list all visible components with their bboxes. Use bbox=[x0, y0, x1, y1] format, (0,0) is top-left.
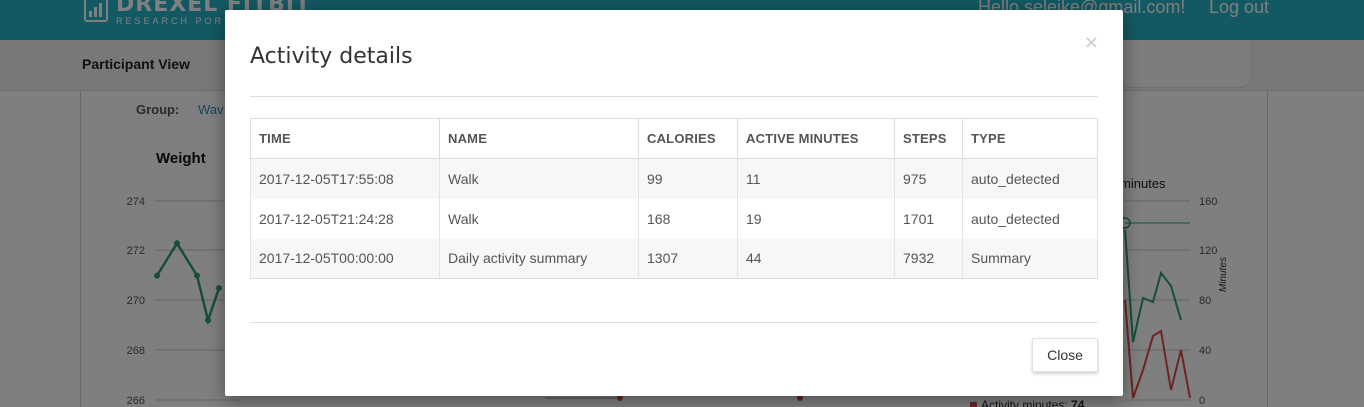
activity-details-modal: × Activity details TIME NAME CALORIES AC… bbox=[225, 10, 1123, 396]
column-header-calories[interactable]: CALORIES bbox=[638, 118, 738, 159]
cell-name: Walk bbox=[439, 198, 639, 239]
cell-time: 2017-12-05T21:24:28 bbox=[250, 198, 440, 239]
cell-active-minutes: 44 bbox=[737, 238, 895, 279]
column-header-name[interactable]: NAME bbox=[439, 118, 639, 159]
cell-time: 2017-12-05T17:55:08 bbox=[250, 158, 440, 199]
cell-calories: 1307 bbox=[638, 238, 738, 279]
table-header-row: TIME NAME CALORIES ACTIVE MINUTES STEPS … bbox=[250, 118, 1098, 159]
cell-type: Summary bbox=[962, 238, 1098, 279]
column-header-time[interactable]: TIME bbox=[250, 118, 440, 159]
cell-calories: 99 bbox=[638, 158, 738, 199]
cell-type: auto_detected bbox=[962, 198, 1098, 239]
column-header-type[interactable]: TYPE bbox=[962, 118, 1098, 159]
cell-type: auto_detected bbox=[962, 158, 1098, 199]
cell-active-minutes: 19 bbox=[737, 198, 895, 239]
table-row: 2017-12-05T21:24:28 Walk 168 19 1701 aut… bbox=[250, 198, 1098, 239]
close-icon[interactable]: × bbox=[1084, 32, 1099, 53]
modal-divider bbox=[250, 96, 1098, 97]
cell-steps: 1701 bbox=[894, 198, 963, 239]
column-header-steps[interactable]: STEPS bbox=[894, 118, 963, 159]
modal-title: Activity details bbox=[250, 44, 413, 69]
modal-footer-divider bbox=[250, 322, 1098, 323]
cell-calories: 168 bbox=[638, 198, 738, 239]
table-row: 2017-12-05T17:55:08 Walk 99 11 975 auto_… bbox=[250, 158, 1098, 199]
cell-time: 2017-12-05T00:00:00 bbox=[250, 238, 440, 279]
column-header-active-minutes[interactable]: ACTIVE MINUTES bbox=[737, 118, 895, 159]
cell-name: Walk bbox=[439, 158, 639, 199]
close-button[interactable]: Close bbox=[1032, 338, 1098, 372]
cell-name: Daily activity summary bbox=[439, 238, 639, 279]
table-row: 2017-12-05T00:00:00 Daily activity summa… bbox=[250, 238, 1098, 279]
cell-steps: 975 bbox=[894, 158, 963, 199]
cell-steps: 7932 bbox=[894, 238, 963, 279]
cell-active-minutes: 11 bbox=[737, 158, 895, 199]
activity-table: TIME NAME CALORIES ACTIVE MINUTES STEPS … bbox=[250, 118, 1098, 279]
